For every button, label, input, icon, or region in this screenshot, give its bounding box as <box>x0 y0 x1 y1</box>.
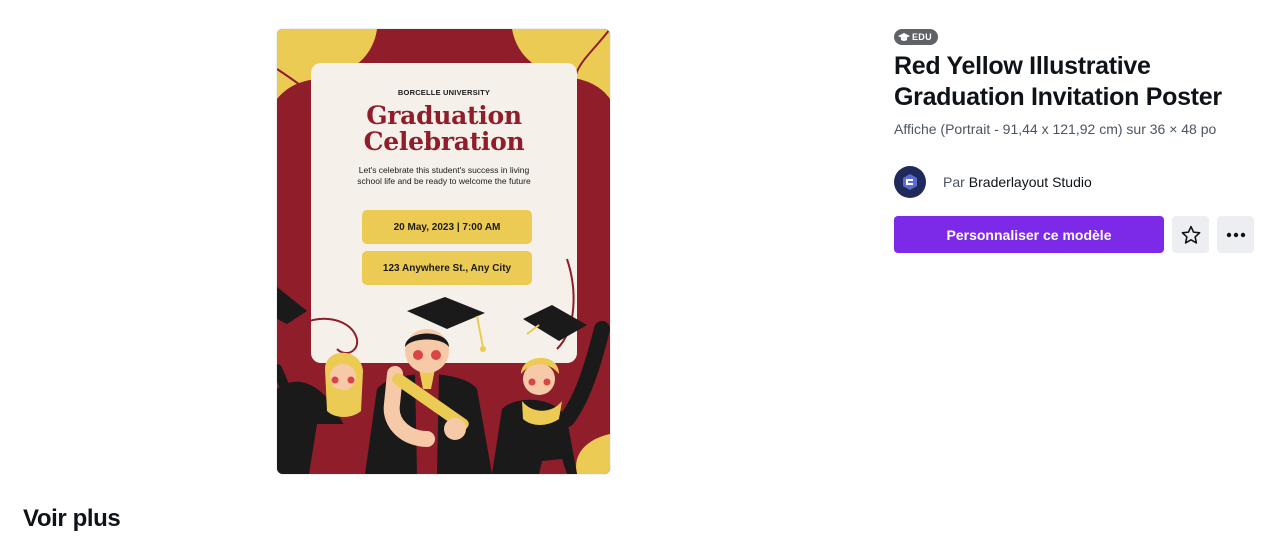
author-logo-icon <box>903 174 917 190</box>
graduation-cap-icon <box>898 33 910 41</box>
more-options-button[interactable] <box>1217 216 1254 253</box>
favorite-button[interactable] <box>1172 216 1209 253</box>
more-horizontal-icon <box>1226 232 1245 237</box>
template-preview[interactable]: BORCELLE UNIVERSITY Graduation Celebrati… <box>277 29 610 474</box>
template-format: Affiche (Portrait - 91,44 x 121,92 cm) s… <box>894 121 1217 137</box>
graduates-illustration <box>277 258 610 474</box>
badge-label: EDU <box>912 32 932 42</box>
template-title: Red Yellow Illustrative Graduation Invit… <box>894 52 1222 111</box>
edu-badge: EDU <box>894 29 938 45</box>
customize-template-button[interactable]: Personnaliser ce modèle <box>894 216 1164 253</box>
author-prefix: Par <box>943 174 965 190</box>
see-more-heading: Voir plus <box>23 505 121 532</box>
author-avatar[interactable] <box>894 166 926 198</box>
author-row[interactable]: Par Braderlayout Studio <box>894 165 1092 199</box>
author-name[interactable]: Braderlayout Studio <box>969 174 1092 190</box>
star-icon <box>1181 225 1200 244</box>
